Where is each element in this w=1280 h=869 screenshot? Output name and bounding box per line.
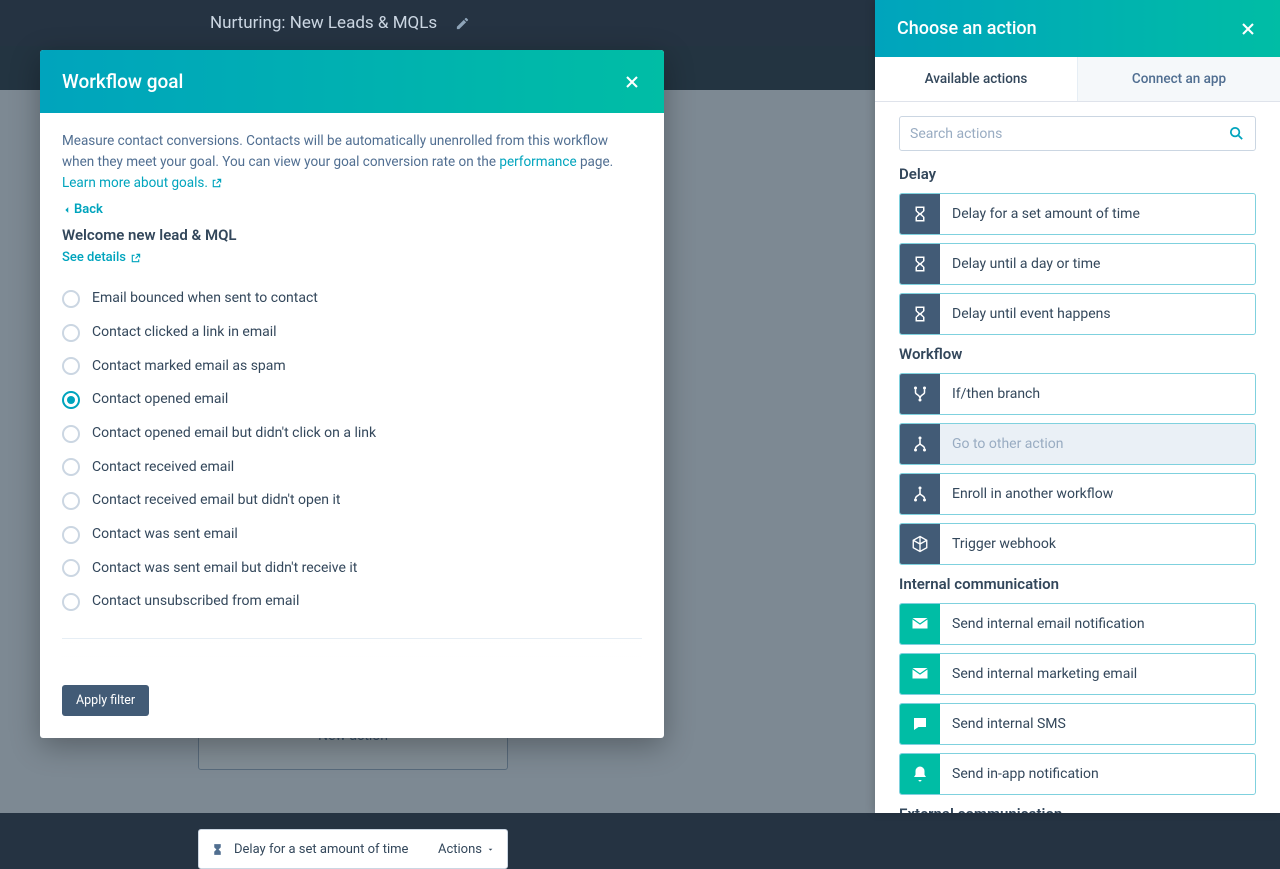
group-label: Delay	[899, 165, 1256, 183]
hourglass-icon	[211, 843, 224, 856]
modal-footer: Apply filter	[40, 669, 664, 738]
panel-body: Delay Delay for a set amount of time Delay…	[875, 102, 1280, 813]
radio-icon	[62, 290, 80, 308]
radio-label: Contact was sent email but didn't receiv…	[92, 558, 357, 580]
action-label: Delay for a set amount of time	[940, 206, 1152, 222]
radio-list: Email bounced when sent to contact Contac…	[62, 282, 642, 619]
radio-icon	[62, 357, 80, 375]
action-label: Delay until event happens	[940, 306, 1123, 322]
action-label: Send in-app notification	[940, 766, 1111, 782]
group-label: Workflow	[899, 345, 1256, 363]
delay-card[interactable]: Delay for a set amount of time Actions	[198, 829, 508, 869]
radio-option[interactable]: Contact was sent email	[62, 518, 642, 552]
apply-filter-button[interactable]: Apply filter	[62, 685, 149, 716]
radio-option[interactable]: Contact was sent email but didn't receiv…	[62, 552, 642, 586]
action-label: Trigger webhook	[940, 536, 1068, 552]
search-actions-wrap[interactable]	[899, 116, 1256, 151]
action-label: Send internal email notification	[940, 616, 1157, 632]
chat-icon	[900, 704, 940, 744]
panel-tabs: Available actions Connect an app	[875, 57, 1280, 102]
action-item[interactable]: Send internal SMS	[899, 703, 1256, 745]
radio-icon	[62, 458, 80, 476]
action-item[interactable]: Send in-app notification	[899, 753, 1256, 795]
merge-icon	[900, 474, 940, 514]
action-label: Delay until a day or time	[940, 256, 1112, 272]
radio-option[interactable]: Contact opened email	[62, 383, 642, 417]
tab-connect-app[interactable]: Connect an app	[1077, 57, 1280, 101]
radio-option[interactable]: Contact received email but didn't open i…	[62, 484, 642, 518]
action-item[interactable]: Trigger webhook	[899, 523, 1256, 565]
action-label: If/then branch	[940, 386, 1052, 402]
back-link[interactable]: Back	[62, 200, 103, 220]
radio-label: Contact was sent email	[92, 524, 238, 546]
action-item[interactable]: If/then branch	[899, 373, 1256, 415]
radio-label: Contact received email	[92, 457, 234, 479]
radio-option[interactable]: Contact received email	[62, 451, 642, 485]
action-item[interactable]: Delay for a set amount of time	[899, 193, 1256, 235]
radio-icon	[62, 593, 80, 611]
mail-icon	[900, 654, 940, 694]
radio-label: Contact opened email but didn't click on…	[92, 423, 376, 445]
radio-option[interactable]: Email bounced when sent to contact	[62, 282, 642, 316]
learn-more-link[interactable]: Learn more about goals.	[62, 175, 222, 191]
action-item[interactable]: Send internal marketing email	[899, 653, 1256, 695]
scroll-fade	[62, 637, 642, 659]
radio-icon	[62, 526, 80, 544]
radio-label: Contact opened email	[92, 389, 228, 411]
merge-icon	[900, 424, 940, 464]
hourglass-icon	[900, 244, 940, 284]
action-label: Send internal marketing email	[940, 666, 1149, 682]
action-label: Go to other action	[940, 436, 1075, 452]
action-panel: Choose an action Available actions Conne…	[875, 0, 1280, 813]
search-icon	[1228, 125, 1245, 142]
close-icon[interactable]	[1238, 19, 1258, 39]
delay-actions-dropdown[interactable]: Actions	[438, 842, 495, 857]
radio-label: Contact marked email as spam	[92, 356, 286, 378]
hourglass-icon	[900, 194, 940, 234]
radio-icon	[62, 559, 80, 577]
workflow-goal-modal: Workflow goal Measure contact conversion…	[40, 50, 664, 738]
panel-header: Choose an action	[875, 0, 1280, 57]
pencil-icon[interactable]	[455, 16, 470, 31]
action-item[interactable]: Enroll in another workflow	[899, 473, 1256, 515]
action-label: Send internal SMS	[940, 716, 1078, 732]
close-icon[interactable]	[622, 72, 642, 92]
tab-available-actions[interactable]: Available actions	[875, 57, 1077, 101]
action-item[interactable]: Delay until a day or time	[899, 243, 1256, 285]
panel-title: Choose an action	[897, 18, 1037, 39]
radio-option[interactable]: Contact unsubscribed from email	[62, 585, 642, 619]
action-item[interactable]: Go to other action	[899, 423, 1256, 465]
action-item[interactable]: Send internal email notification	[899, 603, 1256, 645]
modal-header: Workflow goal	[40, 50, 664, 113]
see-details-link[interactable]: See details	[62, 248, 141, 268]
delay-card-label: Delay for a set amount of time	[234, 842, 408, 857]
radio-label: Contact clicked a link in email	[92, 322, 277, 344]
radio-icon	[62, 324, 80, 342]
group-label: External communication	[899, 805, 1256, 813]
radio-icon	[62, 492, 80, 510]
modal-desc: Measure contact conversions. Contacts wi…	[62, 131, 642, 194]
radio-icon	[62, 425, 80, 443]
radio-option[interactable]: Contact clicked a link in email	[62, 316, 642, 350]
modal-title: Workflow goal	[62, 70, 183, 93]
performance-link[interactable]: performance	[499, 154, 576, 170]
radio-icon	[62, 391, 80, 409]
action-item[interactable]: Delay until event happens	[899, 293, 1256, 335]
search-input[interactable]	[910, 126, 1228, 142]
goal-section-title: Welcome new lead & MQL	[62, 224, 642, 247]
radio-option[interactable]: Contact opened email but didn't click on…	[62, 417, 642, 451]
radio-label: Contact received email but didn't open i…	[92, 490, 341, 512]
hourglass-icon	[900, 294, 940, 334]
branch-icon	[900, 374, 940, 414]
modal-body: Measure contact conversions. Contacts wi…	[40, 113, 664, 669]
action-label: Enroll in another workflow	[940, 486, 1125, 502]
bell-icon	[900, 754, 940, 794]
mail-icon	[900, 604, 940, 644]
workflow-title: Nurturing: New Leads & MQLs	[210, 13, 437, 33]
cube-icon	[900, 524, 940, 564]
radio-label: Contact unsubscribed from email	[92, 591, 299, 613]
group-label: Internal communication	[899, 575, 1256, 593]
radio-option[interactable]: Contact marked email as spam	[62, 350, 642, 384]
radio-label: Email bounced when sent to contact	[92, 288, 318, 310]
